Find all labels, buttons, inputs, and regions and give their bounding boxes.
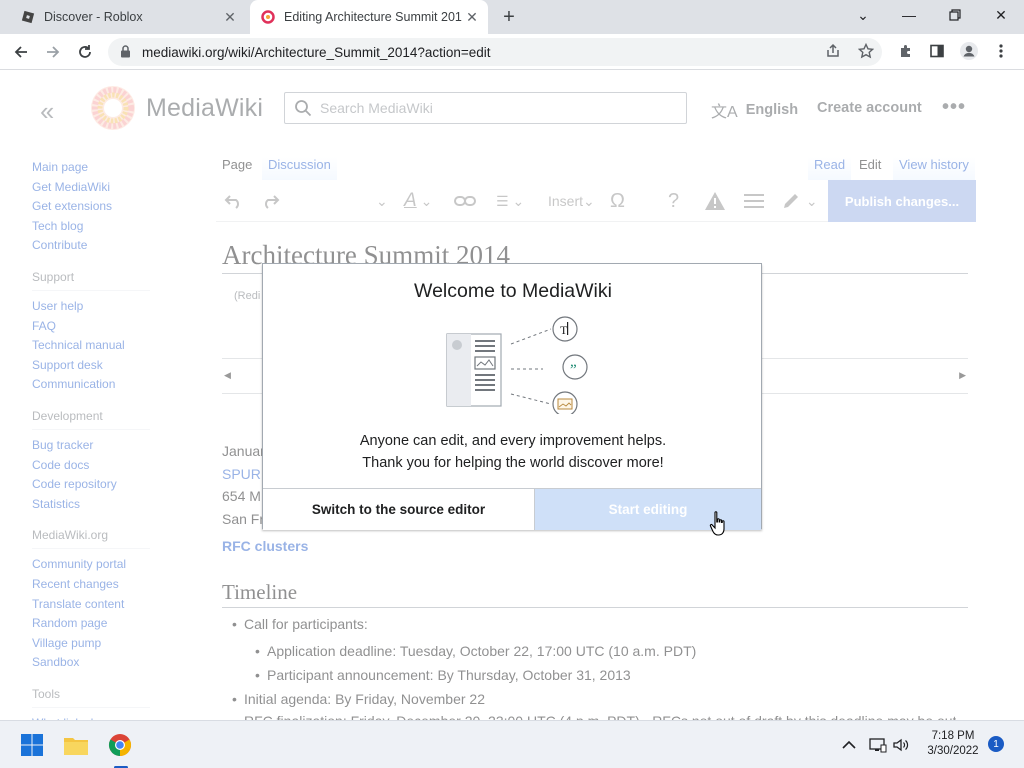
clock-time: 7:18 PM (931, 730, 975, 742)
tab-title: Editing Architecture Summit 2014 (284, 10, 462, 24)
dialog-actions: Switch to the source editor Start editin… (263, 488, 761, 530)
new-tab-button[interactable]: + (498, 6, 520, 28)
side-panel-icon[interactable] (926, 40, 948, 62)
share-icon[interactable] (822, 40, 844, 62)
tab-discover-roblox[interactable]: Discover - Roblox ✕ (10, 0, 246, 34)
extensions-puzzle-icon[interactable] (895, 40, 917, 62)
welcome-dialog: Welcome to MediaWiki T ” Anyone can edit… (262, 263, 763, 530)
roblox-icon (20, 9, 36, 25)
taskbar: 7:18 PM 3/30/2022 (0, 720, 1024, 768)
mediawiki-icon (260, 9, 276, 25)
bookmark-star-icon[interactable] (855, 40, 877, 62)
browser-menu-icon[interactable] (990, 40, 1012, 62)
url-text: mediawiki.org/wiki/Architecture_Summit_2… (142, 44, 491, 60)
editing-illustration-icon: T ” (446, 316, 588, 414)
network-icon[interactable] (869, 721, 887, 768)
restore-button[interactable] (932, 0, 978, 30)
svg-text:T: T (560, 323, 568, 337)
browser-tab-strip: Discover - Roblox ✕ Editing Architecture… (0, 0, 1024, 34)
close-icon[interactable]: ✕ (220, 7, 240, 27)
tab-editing-architecture-summit[interactable]: Editing Architecture Summit 2014 ✕ (250, 0, 488, 34)
volume-icon[interactable] (892, 721, 910, 768)
dialog-title: Welcome to MediaWiki (414, 280, 612, 302)
file-explorer-icon[interactable] (62, 731, 90, 759)
dialog-message: Anyone can edit, and every improvement h… (263, 430, 763, 474)
notification-badge[interactable]: 1 (988, 736, 1004, 752)
windows-start-icon[interactable] (18, 731, 46, 759)
lock-icon[interactable] (120, 45, 132, 59)
clock-date: 3/30/2022 (927, 745, 979, 757)
tab-title: Discover - Roblox (44, 10, 143, 24)
reload-icon[interactable] (72, 39, 98, 65)
back-arrow-icon[interactable] (8, 39, 34, 65)
switch-to-source-editor-button[interactable]: Switch to the source editor (263, 489, 535, 530)
browser-toolbar: mediawiki.org/wiki/Architecture_Summit_2… (0, 34, 1024, 70)
close-window-button[interactable]: ✕ (978, 0, 1024, 30)
hand-cursor-icon (709, 511, 725, 536)
system-clock[interactable]: 7:18 PM 3/30/2022 (920, 729, 986, 759)
forward-arrow-icon[interactable] (40, 39, 66, 65)
address-bar[interactable]: mediawiki.org/wiki/Architecture_Summit_2… (108, 38, 882, 66)
svg-text:”: ” (570, 362, 577, 378)
minimize-button[interactable]: — (886, 0, 932, 30)
tray-overflow-chevron-icon[interactable] (842, 721, 856, 768)
dialog-line: Anyone can edit, and every improvement h… (359, 433, 667, 449)
dialog-line: Thank you for helping the world discover… (362, 455, 664, 471)
profile-avatar-icon[interactable] (958, 40, 980, 62)
close-icon[interactable]: ✕ (462, 7, 482, 27)
chrome-icon[interactable] (106, 731, 134, 759)
tab-search-chevron-icon[interactable]: ⌄ (840, 0, 886, 30)
